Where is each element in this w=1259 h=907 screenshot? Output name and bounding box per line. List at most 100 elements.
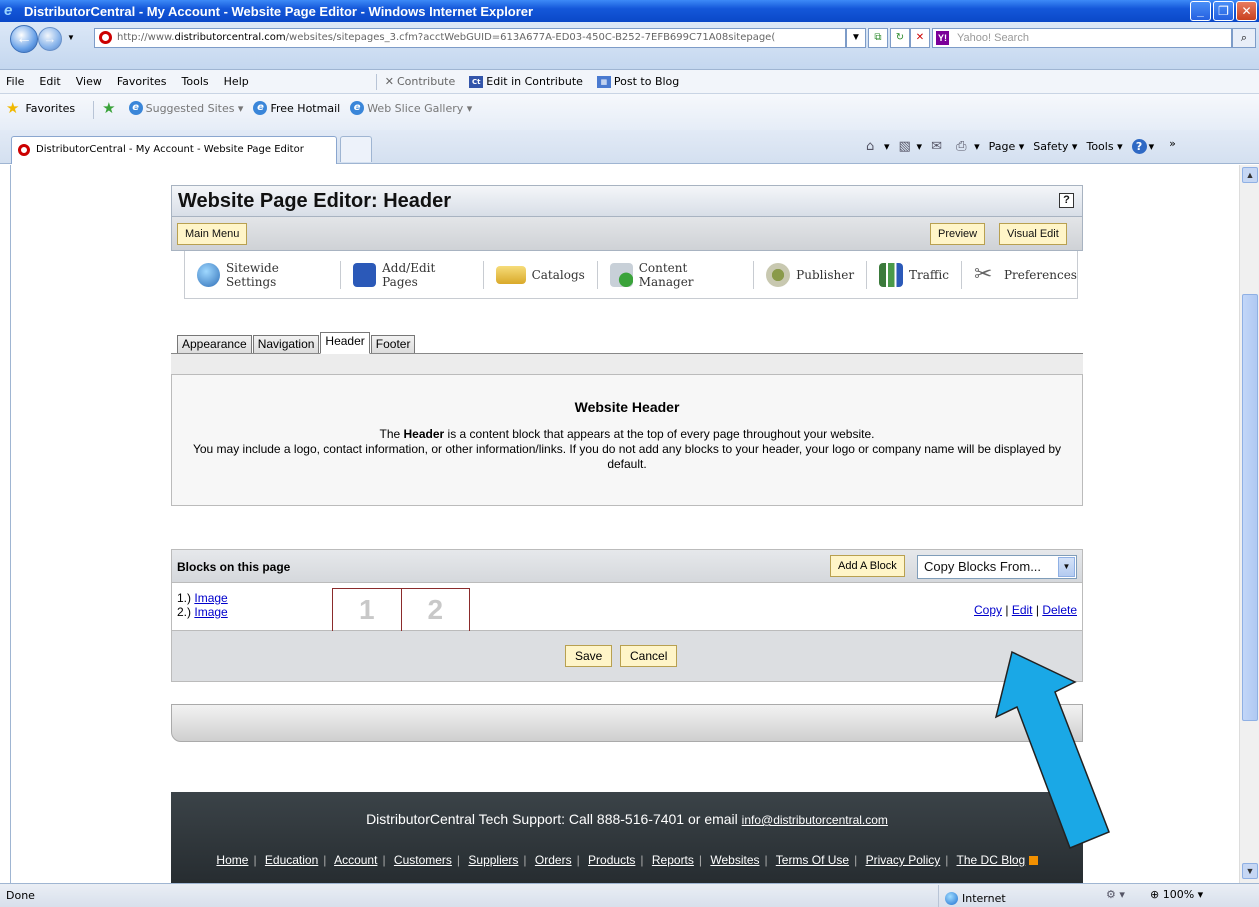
chevron-down-icon[interactable]: ▼ xyxy=(1058,557,1075,577)
footer-link-home[interactable]: Home xyxy=(216,853,248,867)
free-hotmail-link[interactable]: e Free Hotmail xyxy=(253,101,340,115)
post-to-blog-button[interactable]: ▦ Post to Blog xyxy=(596,75,679,88)
main-menu-button[interactable]: Main Menu xyxy=(177,223,248,245)
scroll-up-button[interactable]: ▲ xyxy=(1242,167,1258,183)
suggested-sites-link[interactable]: e Suggested Sites ▾ xyxy=(128,101,243,115)
address-input[interactable]: http://www.distributorcentral.com/websit… xyxy=(94,28,846,48)
yahoo-logo-icon: Y! xyxy=(936,31,949,45)
add-favorite-button[interactable]: ★ xyxy=(102,101,118,116)
menu-tools[interactable]: Tools xyxy=(182,75,209,88)
menu-favorites[interactable]: Favorites xyxy=(117,75,167,88)
forward-button[interactable]: → xyxy=(38,27,62,51)
home-button[interactable]: ⌂ ▾ xyxy=(866,139,890,154)
footer-link-terms[interactable]: Terms Of Use xyxy=(776,853,849,867)
content-manager-icon xyxy=(609,262,633,287)
copy-blocks-from-select[interactable]: Copy Blocks From... ▼ xyxy=(917,555,1077,579)
tools-menu[interactable]: Tools ▾ xyxy=(1086,140,1122,153)
search-input[interactable]: Y! Yahoo! Search xyxy=(932,28,1232,48)
footer-link-orders[interactable]: Orders xyxy=(535,853,572,867)
back-button[interactable]: ← xyxy=(10,25,38,53)
site-favicon-icon xyxy=(99,31,112,44)
zoom-control[interactable]: ⊕ 100% ▾ xyxy=(1150,888,1203,901)
minimize-button[interactable]: _ xyxy=(1190,1,1211,21)
traffic-button[interactable]: Traffic xyxy=(879,262,949,287)
zoom-level: 100% xyxy=(1162,888,1195,901)
menu-file[interactable]: File xyxy=(6,75,24,88)
web-slice-gallery-label: Web Slice Gallery ▾ xyxy=(367,101,473,115)
feeds-button[interactable]: ▧ ▾ xyxy=(899,139,923,154)
protected-mode-icon[interactable]: ⚙ ▾ xyxy=(1106,888,1125,901)
blocks-panel: Blocks on this page Add A Block Copy Blo… xyxy=(171,549,1083,682)
vertical-scrollbar[interactable]: ▲ ▼ xyxy=(1239,165,1259,883)
tab-header[interactable]: Header xyxy=(320,332,370,354)
cancel-button[interactable]: Cancel xyxy=(620,645,678,667)
footer-link-privacy[interactable]: Privacy Policy xyxy=(866,853,941,867)
tab-appearance[interactable]: Appearance xyxy=(177,335,252,353)
edit-in-contribute-button[interactable]: Ct Edit in Contribute xyxy=(469,75,583,88)
preferences-label: Preferences xyxy=(1003,267,1077,282)
tab-footer[interactable]: Footer xyxy=(370,335,416,353)
tab-navigation[interactable]: Navigation xyxy=(252,335,320,353)
address-dropdown-icon[interactable]: ▼ xyxy=(846,28,866,48)
edit-link[interactable]: Edit xyxy=(1012,603,1033,617)
copy-link[interactable]: Copy xyxy=(974,603,1002,617)
close-button[interactable]: ✕ xyxy=(1236,1,1257,21)
footer-link-websites[interactable]: Websites xyxy=(710,853,759,867)
refresh-icon[interactable]: ↻ xyxy=(890,28,910,48)
contribute-button[interactable]: ✕ Contribute xyxy=(385,75,456,88)
blocks-header: Blocks on this page Add A Block Copy Blo… xyxy=(172,550,1082,583)
help-menu[interactable]: ? ▾ xyxy=(1131,139,1154,154)
print-button[interactable]: ⎙ ▾ xyxy=(956,139,980,154)
browser-tab[interactable]: DistributorCentral - My Account - Websit… xyxy=(11,136,337,164)
content-manager-button[interactable]: Content Manager xyxy=(609,261,741,289)
visual-edit-button[interactable]: Visual Edit xyxy=(999,223,1067,245)
search-button[interactable]: ⌕ xyxy=(1232,28,1256,48)
read-mail-button[interactable]: ✉ xyxy=(931,139,947,154)
add-edit-pages-button[interactable]: Add/Edit Pages xyxy=(353,261,470,289)
footer-link-products[interactable]: Products xyxy=(588,853,635,867)
status-text: Done xyxy=(6,889,35,902)
support-email-link[interactable]: info@distributorcentral.com xyxy=(742,813,888,827)
scroll-thumb[interactable] xyxy=(1242,294,1258,721)
footer-link-suppliers[interactable]: Suppliers xyxy=(468,853,518,867)
footer-link-reports[interactable]: Reports xyxy=(652,853,694,867)
footer-link-dc-blog[interactable]: The DC Blog xyxy=(957,853,1026,867)
history-dropdown-icon[interactable]: ▼ xyxy=(67,33,75,42)
contribute-icon: Ct xyxy=(469,75,484,88)
url-prefix: http://www. xyxy=(117,32,175,43)
preview-button[interactable]: Preview xyxy=(930,223,986,245)
safety-menu[interactable]: Safety ▾ xyxy=(1033,140,1077,153)
footer-link-customers[interactable]: Customers xyxy=(394,853,452,867)
blog-icon: ▦ xyxy=(596,75,611,88)
catalogs-button[interactable]: Catalogs xyxy=(495,265,585,284)
help-button[interactable]: ? xyxy=(1059,193,1074,208)
maximize-button[interactable]: ❐ xyxy=(1213,1,1234,21)
header-info-box: Website Header The Header is a content b… xyxy=(171,374,1083,506)
menu-help[interactable]: Help xyxy=(224,75,249,88)
new-tab-button[interactable] xyxy=(340,136,372,162)
web-slice-gallery-link[interactable]: e Web Slice Gallery ▾ xyxy=(350,101,472,115)
block-link-image-1[interactable]: Image xyxy=(194,591,227,605)
more-chevron-icon[interactable]: » xyxy=(1169,137,1176,150)
scroll-down-button[interactable]: ▼ xyxy=(1242,863,1258,879)
stop-icon[interactable]: ✕ xyxy=(910,28,930,48)
block-link-image-2[interactable]: Image xyxy=(194,605,227,619)
block-slot-1[interactable]: 1 xyxy=(333,589,402,631)
window-controls: _ ❐ ✕ xyxy=(1190,1,1257,21)
add-block-button[interactable]: Add A Block xyxy=(830,555,905,577)
menu-edit[interactable]: Edit xyxy=(39,75,60,88)
sitewide-settings-button[interactable]: Sitewide Settings xyxy=(197,261,328,289)
block-slot-2[interactable]: 2 xyxy=(402,589,470,631)
footer-link-education[interactable]: Education xyxy=(265,853,318,867)
window-title: DistributorCentral - My Account - Websit… xyxy=(24,3,534,19)
save-button[interactable]: Save xyxy=(565,645,613,667)
menu-view[interactable]: View xyxy=(76,75,102,88)
preferences-button[interactable]: ✂ Preferences xyxy=(974,262,1077,287)
page-menu[interactable]: Page ▾ xyxy=(989,140,1025,153)
footer-link-account[interactable]: Account xyxy=(334,853,377,867)
compatibility-view-icon[interactable]: ⧉ xyxy=(868,28,888,48)
publisher-button[interactable]: Publisher xyxy=(766,262,854,287)
delete-link[interactable]: Delete xyxy=(1042,603,1077,617)
favorites-button[interactable]: ★ Favorites xyxy=(6,101,75,116)
help-icon: ? xyxy=(1131,139,1147,154)
